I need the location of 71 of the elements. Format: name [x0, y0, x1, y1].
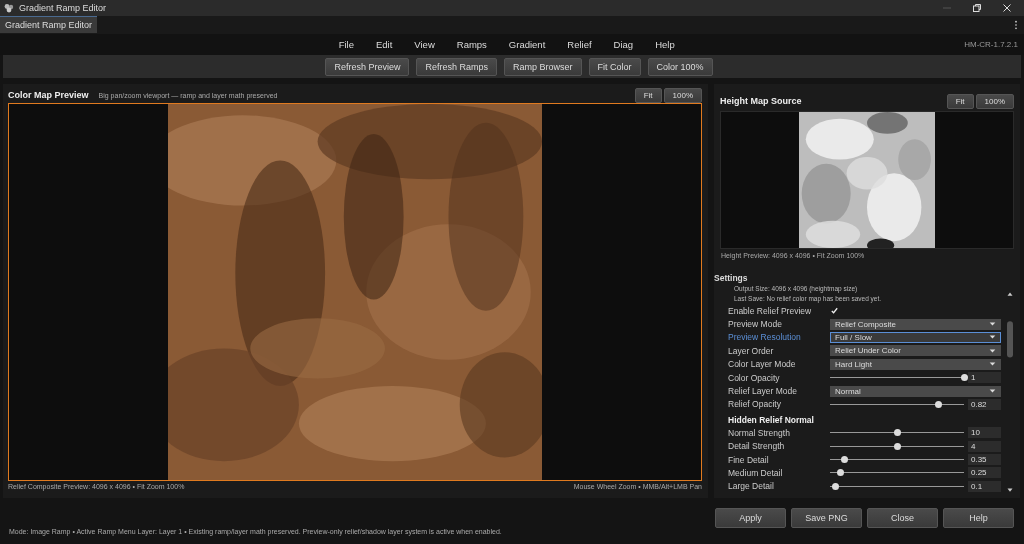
- dialog-button[interactable]: Save PNG: [791, 508, 862, 528]
- caret-icon: [989, 389, 996, 394]
- value-field[interactable]: 0.82: [968, 398, 1001, 410]
- dropdown[interactable]: Normal: [830, 385, 1001, 397]
- dropdown[interactable]: Hard Light: [830, 358, 1001, 370]
- slider-thumb[interactable]: [893, 429, 901, 437]
- zoom-button[interactable]: Fit: [634, 87, 662, 103]
- setting-label: Fine Detail: [728, 454, 770, 465]
- toolbar-button[interactable]: Refresh Ramps: [416, 57, 497, 76]
- panel-title: Color Map Preview: [8, 90, 89, 100]
- value-field[interactable]: 0.1: [968, 480, 1001, 492]
- setting-label: Normal Strength: [728, 427, 791, 438]
- menu-item[interactable]: Help: [644, 39, 686, 50]
- zoom-button[interactable]: 100%: [975, 93, 1014, 109]
- setting-label: Relief Opacity: [728, 399, 782, 410]
- menu-item[interactable]: View: [403, 39, 446, 50]
- version-label: HM-CR-1.7.2.1: [964, 40, 1018, 49]
- slider-thumb[interactable]: [841, 456, 849, 464]
- restore-icon[interactable]: [972, 3, 982, 13]
- value-field[interactable]: 10: [968, 427, 1001, 439]
- value-field[interactable]: 1: [968, 372, 1001, 384]
- menu-item[interactable]: Ramps: [445, 39, 498, 50]
- slider-thumb[interactable]: [893, 442, 901, 450]
- slider-thumb[interactable]: [837, 469, 845, 477]
- setting-label: Color Layer Mode: [728, 359, 797, 370]
- setting-label: Preview Resolution: [728, 332, 802, 343]
- dialog-button[interactable]: Help: [943, 508, 1014, 528]
- zoom-button[interactable]: 100%: [663, 87, 702, 103]
- slider-thumb[interactable]: [960, 374, 968, 382]
- document-tab[interactable]: Gradient Ramp Editor: [0, 16, 98, 33]
- dropdown[interactable]: Relief Composite: [830, 318, 1001, 330]
- setting-label: Detail Strength: [728, 441, 786, 452]
- menu-item[interactable]: Edit: [364, 39, 404, 50]
- setting-label: Layer Order: [728, 345, 775, 356]
- more-icon[interactable]: [1014, 20, 1018, 30]
- setting-label: Relief Layer Mode: [728, 386, 798, 397]
- caret-icon: [989, 322, 996, 327]
- value-field[interactable]: 0.25: [968, 467, 1001, 479]
- window-title: Gradient Ramp Editor: [19, 3, 107, 13]
- group-heading: Hidden Relief Normal: [728, 414, 815, 427]
- setting-label: Color Opacity: [728, 372, 781, 383]
- toolbar-button[interactable]: Fit Color: [588, 57, 641, 76]
- toolbar-button[interactable]: Ramp Browser: [504, 57, 582, 76]
- setting-label: Medium Detail: [728, 468, 784, 478]
- menu-item[interactable]: Diag: [602, 39, 645, 50]
- checkbox[interactable]: [830, 306, 839, 316]
- slider-thumb[interactable]: [831, 482, 839, 490]
- value-field[interactable]: 4: [968, 440, 1001, 452]
- dropdown[interactable]: Full / Slow: [830, 331, 1001, 343]
- setting-label: Large Detail: [728, 481, 775, 492]
- height-viewport[interactable]: [720, 111, 1014, 249]
- menu-item[interactable]: File: [327, 39, 365, 50]
- setting-label: Enable Relief Preview: [728, 305, 813, 316]
- app-icon: [4, 3, 14, 13]
- dropdown[interactable]: Relief Under Color: [830, 345, 1001, 357]
- slider-thumb[interactable]: [935, 400, 943, 408]
- dialog-button[interactable]: Apply: [715, 508, 786, 528]
- dialog-button[interactable]: Close: [867, 508, 938, 528]
- section-title: Settings: [714, 273, 749, 283]
- panel-title: Height Map Source: [720, 96, 802, 106]
- caret-icon: [989, 348, 996, 353]
- menu-item[interactable]: Gradient: [497, 39, 557, 50]
- setting-label: Preview Mode: [728, 319, 783, 330]
- zoom-button[interactable]: Fit: [946, 93, 974, 109]
- value-field[interactable]: 0.35: [968, 454, 1001, 466]
- toolbar-button[interactable]: Color 100%: [647, 57, 713, 76]
- caret-icon: [989, 335, 996, 340]
- toolbar-button[interactable]: Refresh Preview: [325, 57, 410, 76]
- close-icon[interactable]: [1002, 3, 1012, 13]
- caret-icon: [989, 362, 996, 367]
- menu-item[interactable]: Relief: [556, 39, 603, 50]
